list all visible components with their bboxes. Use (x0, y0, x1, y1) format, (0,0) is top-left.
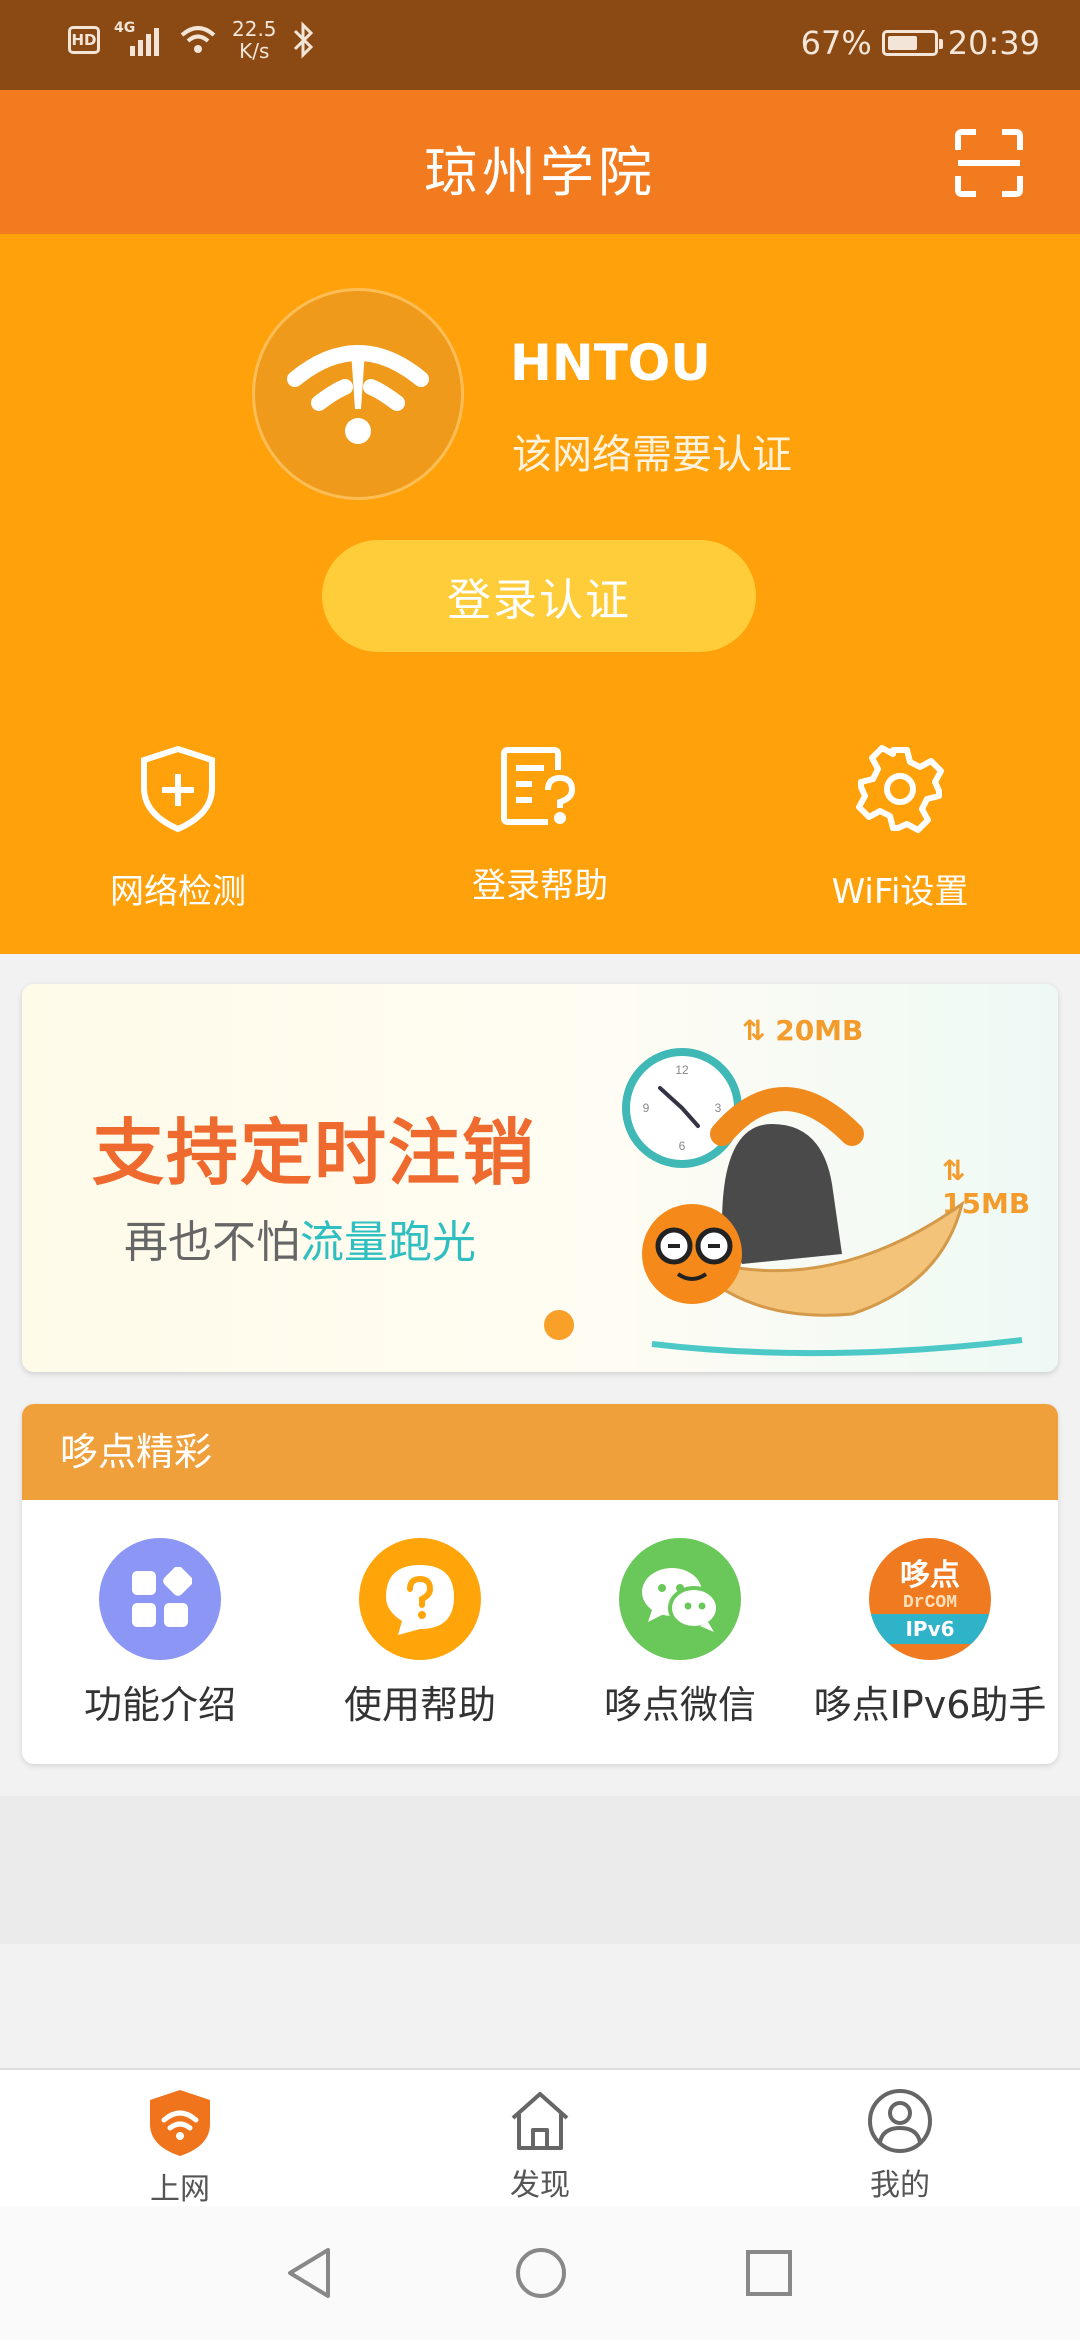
nav-label: 上网 (150, 2172, 210, 2207)
icon-text-top: 哆点 (900, 1558, 960, 1593)
page-title: 琼州学院 (424, 141, 656, 204)
battery-fill (887, 36, 918, 50)
scan-icon (955, 129, 1023, 197)
status-right: 67% 20:39 (801, 24, 1040, 62)
network-ssid: HNTOU (510, 334, 711, 392)
bluetooth-icon (293, 21, 313, 59)
recents-button[interactable] (734, 2238, 804, 2308)
nav-tab-discover[interactable]: 发现 (440, 2088, 640, 2204)
status-left: HD 4G 22.5 K/s (68, 18, 315, 62)
quick-label: WiFi设置 (831, 872, 969, 912)
network-status: 该网络需要认证 (512, 432, 792, 478)
app-label: 功能介绍 (83, 1683, 236, 1727)
octopus-boat-illustration (642, 1087, 1023, 1357)
hd-icon: HD (68, 26, 100, 54)
app-help[interactable]: 使用帮助 (290, 1538, 550, 1729)
login-auth-button[interactable]: 登录认证 (322, 540, 756, 652)
speed-unit: K/s (239, 39, 270, 63)
app-label: 哆点IPv6助手 (813, 1683, 1047, 1727)
system-nav-bar (0, 2206, 1080, 2340)
promo-banner[interactable]: 支持定时注销 再也不怕流量跑光 ⇅ 20MB ⇅ 15MB 12 3 6 9 (22, 984, 1058, 1372)
scan-button[interactable] (954, 128, 1024, 198)
nav-label: 我的 (870, 2168, 930, 2203)
wifi-status-icon (180, 26, 216, 53)
app-features[interactable]: 功能介绍 (30, 1538, 290, 1729)
wechat-icon (619, 1538, 741, 1660)
help-bubble-icon (359, 1538, 481, 1660)
app-label: 使用帮助 (343, 1683, 496, 1727)
shield-plus-icon (141, 745, 215, 833)
bottom-nav: 上网 发现 我的 (0, 2068, 1080, 2208)
back-button[interactable] (274, 2238, 344, 2308)
features-grid-icon (99, 1538, 221, 1660)
network-type-label: 4G (114, 20, 136, 36)
content-spacer (0, 1796, 1080, 1944)
user-icon (868, 2089, 932, 2153)
carousel-indicator[interactable] (544, 1310, 574, 1340)
speed-value: 22.5 (232, 17, 277, 41)
featured-section: 哆点精彩 功能介绍 使用帮助 哆点微信 哆点 DrCOM IPv6 哆点IPv6… (22, 1404, 1058, 1764)
banner-title: 支持定时注销 (92, 1111, 537, 1195)
clock: 20:39 (947, 24, 1040, 62)
back-icon (288, 2248, 330, 2298)
battery-percent: 67% (800, 24, 872, 62)
app-wechat[interactable]: 哆点微信 (550, 1538, 810, 1729)
icon-text-mid: DrCOM (902, 1593, 957, 1613)
drcom-ipv6-icon: 哆点 DrCOM IPv6 (869, 1538, 991, 1660)
home-icon (511, 2092, 569, 2150)
quick-label: 网络检测 (110, 872, 246, 912)
nav-label: 发现 (510, 2168, 570, 2203)
wifi-warning-icon (287, 345, 429, 444)
app-label: 哆点微信 (603, 1683, 756, 1727)
quick-network-check[interactable]: 网络检测 (28, 744, 328, 913)
square-recents-icon (746, 2250, 792, 2296)
network-speed: 22.5 K/s (232, 18, 277, 62)
nav-tab-mine[interactable]: 我的 (800, 2088, 1000, 2204)
app-ipv6[interactable]: 哆点 DrCOM IPv6 哆点IPv6助手 (800, 1538, 1058, 1729)
icon-text-bottom: IPv6 (869, 1614, 991, 1644)
status-bar: HD 4G 22.5 K/s 67% 20:39 (0, 0, 1080, 90)
section-title: 哆点精彩 (22, 1404, 1058, 1500)
circle-home-icon (516, 2248, 566, 2298)
app-header: 琼州学院 (0, 90, 1080, 234)
signal-icon: 4G (114, 20, 164, 60)
gear-icon (856, 745, 944, 833)
wifi-shield-icon (150, 2090, 210, 2156)
quick-wifi-settings[interactable]: WiFi设置 (750, 744, 1050, 913)
quick-login-help[interactable]: 登录帮助 (390, 744, 690, 907)
battery-icon (881, 30, 943, 56)
banner-subtitle-prefix: 再也不怕 (124, 1217, 300, 1268)
nav-tab-internet[interactable]: 上网 (80, 2088, 280, 2208)
hero-panel: HNTOU 该网络需要认证 登录认证 网络检测 登录帮助 WiFi设置 (0, 234, 1080, 954)
wifi-status-badge (252, 288, 464, 500)
banner-subtitle-highlight: 流量跑光 (300, 1217, 476, 1268)
banner-subtitle: 再也不怕流量跑光 (124, 1206, 476, 1270)
home-button[interactable] (506, 2238, 576, 2308)
quick-label: 登录帮助 (472, 866, 608, 906)
help-document-icon (501, 747, 576, 825)
